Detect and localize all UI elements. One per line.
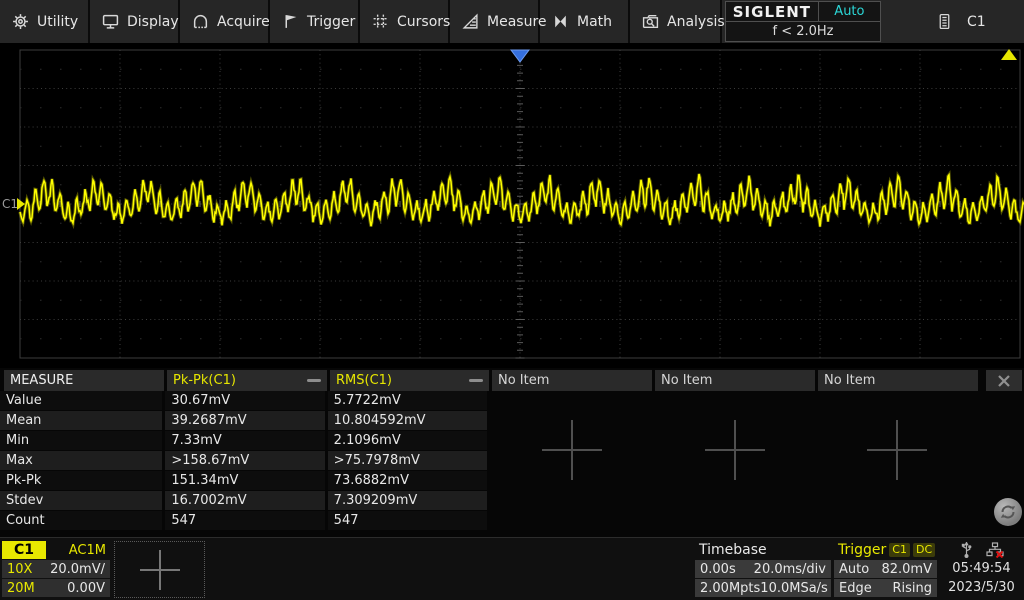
display-icon bbox=[102, 13, 119, 30]
menu-measure[interactable]: Measure bbox=[450, 0, 540, 43]
measure-row-min: Min7.33mV2.1096mV bbox=[0, 431, 490, 451]
menu-utility-label: Utility bbox=[37, 14, 78, 30]
analysis-icon bbox=[642, 13, 659, 30]
channel-descriptor-c1[interactable]: C1 AC1M 10X 20.0mV/ 20M 0.00V bbox=[2, 541, 110, 598]
trigger-descriptor[interactable]: Trigger C1 DC Auto 82.0mV Edge Rising bbox=[834, 541, 937, 598]
menu-measure-label: Measure bbox=[487, 14, 547, 30]
trigger-flag-icon bbox=[282, 13, 299, 30]
add-channel-button[interactable] bbox=[114, 541, 205, 598]
channel-attenuation: 10X bbox=[7, 562, 32, 577]
trigger-position-marker[interactable] bbox=[511, 50, 529, 62]
measure-col-header-1[interactable]: Pk-Pk(C1) bbox=[167, 370, 327, 391]
clock-date: 2023/5/30 bbox=[939, 578, 1024, 597]
trigger-source-badge: C1 bbox=[889, 543, 910, 557]
menu-math[interactable]: Math bbox=[540, 0, 630, 43]
timebase-descriptor[interactable]: Timebase 0.00s 20.0ms/div 2.00Mpts10.0MSa… bbox=[695, 541, 831, 598]
measure-col-header-2[interactable]: RMS(C1) bbox=[330, 370, 489, 391]
c1-ground-marker-label: C1 bbox=[2, 197, 18, 211]
lan-disconnected-icon bbox=[986, 542, 1004, 558]
menu-cursors-label: Cursors bbox=[397, 14, 450, 30]
usb-icon bbox=[959, 542, 974, 558]
channel-vdiv: 20.0mV/ bbox=[50, 562, 105, 577]
trigger-coupling-badge: DC bbox=[913, 543, 935, 557]
trigger-level: 82.0mV bbox=[881, 562, 932, 577]
measure-icon bbox=[462, 13, 479, 30]
acquisition-mode: Auto bbox=[819, 4, 880, 19]
measure-slot-empty-3[interactable]: No Item bbox=[818, 370, 978, 391]
menu-cursors[interactable]: Cursors bbox=[360, 0, 450, 43]
measure-row-value: Value30.67mV5.7722mV bbox=[0, 391, 490, 411]
system-status: 05:49:54 2023/5/30 bbox=[939, 541, 1024, 598]
timebase-scale: 20.0ms/div bbox=[754, 562, 826, 577]
menu-analysis[interactable]: Analysis bbox=[630, 0, 722, 43]
add-measure-icon[interactable] bbox=[542, 420, 602, 480]
measure-source-selector[interactable]: C1 bbox=[881, 0, 1024, 43]
bottom-status-bar: C1 AC1M 10X 20.0mV/ 20M 0.00V Timebase 0.0… bbox=[0, 537, 1024, 600]
acquisition-status-box[interactable]: SIGLENT Auto f < 2.0Hz bbox=[725, 1, 881, 42]
add-channel-icon bbox=[140, 550, 180, 590]
stats-reset-knob[interactable] bbox=[994, 498, 1022, 526]
trigger-title: Trigger bbox=[838, 542, 886, 558]
remove-measure-icon[interactable] bbox=[469, 379, 483, 382]
timebase-delay: 0.00s bbox=[700, 562, 736, 577]
channel-bandwidth: 20M bbox=[7, 581, 35, 596]
measure-row-stdev: Stdev16.7002mV7.309209mV bbox=[0, 491, 490, 511]
waveform-display: C1 bbox=[0, 43, 1024, 368]
gear-icon bbox=[12, 13, 29, 30]
cursors-icon bbox=[372, 13, 389, 30]
clock-time: 05:49:54 bbox=[939, 559, 1024, 578]
measure-source-label: C1 bbox=[967, 14, 986, 30]
menu-trigger[interactable]: Trigger bbox=[270, 0, 360, 43]
add-measure-icon[interactable] bbox=[867, 420, 927, 480]
measure-row-max: Max>158.67mV>75.7978mV bbox=[0, 451, 490, 471]
oscilloscope-ui: Utility Display Acquire Trigger Cursors … bbox=[0, 0, 1024, 600]
trigger-level-marker[interactable] bbox=[1001, 49, 1017, 60]
menu-display[interactable]: Display bbox=[90, 0, 180, 43]
trigger-mode: Auto bbox=[839, 562, 869, 577]
measure-panel-title: MEASURE bbox=[4, 370, 164, 391]
math-icon bbox=[552, 13, 569, 30]
measure-panel: MEASURE Pk-Pk(C1) RMS(C1) No Item No Ite… bbox=[0, 368, 1024, 537]
timebase-title: Timebase bbox=[695, 541, 831, 559]
timebase-samplerate: 10.0MSa/s bbox=[760, 581, 828, 596]
remove-measure-icon[interactable] bbox=[307, 379, 321, 382]
menu-acquire[interactable]: Acquire bbox=[180, 0, 270, 43]
waveform-svg: C1 bbox=[0, 43, 1024, 368]
trigger-type: Edge bbox=[839, 581, 872, 596]
trigger-slope: Rising bbox=[892, 581, 932, 596]
menu-display-label: Display bbox=[127, 14, 179, 30]
close-icon bbox=[997, 374, 1011, 388]
channel-offset: 0.00V bbox=[67, 581, 105, 596]
measure-slot-empty-2[interactable]: No Item bbox=[655, 370, 815, 391]
c1-trace bbox=[20, 174, 1024, 227]
measure-row-mean: Mean39.2687mV10.804592mV bbox=[0, 411, 490, 431]
channel-coupling: AC1M bbox=[69, 543, 110, 558]
menu-math-label: Math bbox=[577, 14, 612, 30]
close-measure-button[interactable] bbox=[986, 370, 1022, 391]
list-icon bbox=[936, 13, 953, 30]
timebase-memory: 2.00Mpts bbox=[700, 581, 760, 596]
add-measure-icon[interactable] bbox=[705, 420, 765, 480]
menu-trigger-label: Trigger bbox=[307, 14, 355, 30]
cycle-arrows-icon bbox=[998, 502, 1018, 522]
acquire-icon bbox=[192, 13, 209, 30]
brand-logo: SIGLENT bbox=[726, 2, 819, 21]
frequency-counter: f < 2.0Hz bbox=[726, 22, 880, 41]
menu-utility[interactable]: Utility bbox=[0, 0, 90, 43]
channel-badge: C1 bbox=[2, 541, 46, 559]
measure-row-pkpk: Pk-Pk151.34mV73.6882mV bbox=[0, 471, 490, 491]
menu-acquire-label: Acquire bbox=[217, 14, 270, 30]
measure-slot-empty-1[interactable]: No Item bbox=[492, 370, 652, 391]
menu-bar: Utility Display Acquire Trigger Cursors … bbox=[0, 0, 1024, 43]
measure-row-count: Count547547 bbox=[0, 511, 490, 531]
menu-analysis-label: Analysis bbox=[667, 14, 725, 30]
